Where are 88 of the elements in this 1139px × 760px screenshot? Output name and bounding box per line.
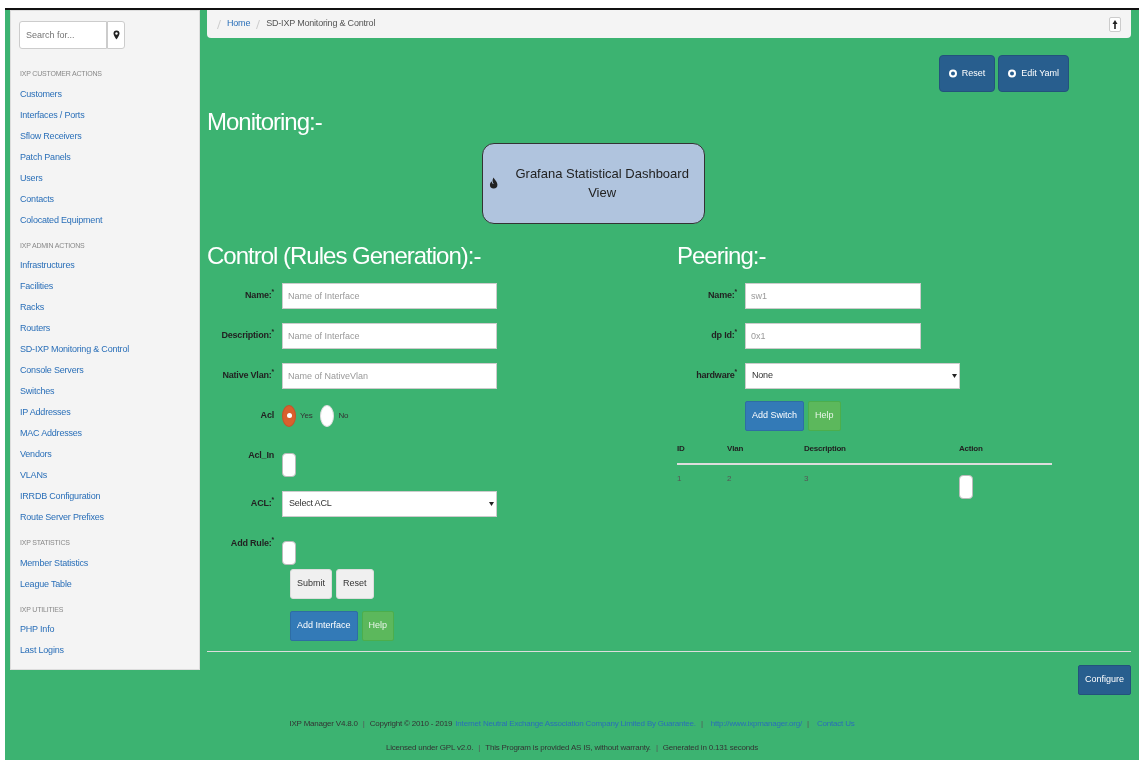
sidebar-link[interactable]: Switches: [19, 385, 191, 406]
sidebar-link[interactable]: VLANs: [19, 469, 191, 490]
footer-text: Copyright © 2010 - 2019: [369, 719, 453, 728]
checkbox[interactable]: [282, 540, 296, 565]
field-label: Name:$^{*}$: [244, 287, 275, 302]
dashboard-button[interactable]: Grafana Statistical Dashboard View: [482, 142, 705, 224]
reset-button[interactable]: Reset: [336, 568, 374, 599]
select-field[interactable]: None: [745, 362, 960, 389]
field-label: Acl: [259, 408, 275, 422]
sidebar-link[interactable]: Patch Panels: [19, 150, 191, 172]
sidebar-link[interactable]: Facilities: [19, 280, 191, 301]
add-button[interactable]: Add Interface: [290, 610, 358, 641]
pin-icon: [1112, 19, 1118, 29]
table-cell: 3: [804, 463, 959, 507]
sidebar-link[interactable]: Route Server Prefixes: [19, 511, 191, 532]
footer-text: This Program is provided AS IS, without warranty.: [485, 743, 651, 752]
circle-icon: [948, 69, 957, 78]
add-button[interactable]: Add Switch: [745, 400, 805, 431]
checkbox[interactable]: [959, 474, 973, 499]
input-field[interactable]: Name of NativeVlan: [282, 362, 497, 389]
sidebar-link[interactable]: Racks: [19, 301, 191, 322]
field-label: Add Rule:$^{*}$: [229, 535, 275, 550]
section-title: Monitoring:-: [207, 108, 323, 137]
sidebar-link[interactable]: Users: [19, 171, 191, 193]
breadcrumb-separator-icon: [256, 19, 261, 29]
field-label: Native Vlan:$^{*}$: [221, 367, 275, 382]
caret-icon: [489, 501, 494, 506]
field-label: ACL:$^{*}$: [249, 495, 275, 510]
footer-text: Generated in 0.131 seconds: [662, 743, 759, 752]
field-label: Acl_In: [247, 448, 275, 462]
search-field[interactable]: Search for...: [19, 21, 107, 49]
sidebar-link[interactable]: Infrastructures: [19, 259, 191, 280]
sidebar-link[interactable]: Routers: [19, 322, 191, 343]
sidebar-link[interactable]: Last Logins: [19, 644, 191, 665]
footer-text: Licensed under GPL v2.0.: [385, 743, 474, 752]
field-label: Description:$^{*}$: [220, 327, 275, 342]
sidebar-link[interactable]: PHP Info: [19, 623, 191, 644]
sidebar-link[interactable]: Colocated Equipment: [19, 213, 191, 235]
sidebar-link[interactable]: Vendors: [19, 448, 191, 469]
footer-text: IXP Manager V4.8.0: [289, 719, 358, 728]
circle-icon: [1008, 69, 1017, 78]
radio-label: Yes: [300, 409, 313, 422]
breadcrumb-separator-icon: [217, 19, 221, 29]
separator: |: [478, 743, 481, 752]
select-field[interactable]: Select ACL: [282, 490, 497, 517]
search-button[interactable]: [107, 21, 125, 49]
sidebar-link[interactable]: SD-IXP Monitoring & Control: [19, 343, 191, 364]
input-field[interactable]: sw1: [745, 282, 921, 309]
sidebar-link[interactable]: IP Addresses: [19, 406, 191, 427]
input-field[interactable]: 0x1: [745, 322, 921, 349]
breadcrumb-link[interactable]: Home: [227, 17, 251, 31]
flame-icon: [489, 177, 499, 190]
section-title: Control (Rules Generation):-: [207, 241, 482, 271]
pin-button[interactable]: [1109, 16, 1121, 32]
field-label: dp Id:$^{*}$: [710, 327, 738, 342]
sidebar-link[interactable]: Sflow Receivers: [19, 129, 191, 151]
sidebar-link[interactable]: Console Servers: [19, 364, 191, 385]
reset-button[interactable]: Reset: [938, 55, 996, 92]
radio-button[interactable]: [282, 404, 296, 427]
field-label: Name:$^{*}$: [707, 287, 738, 302]
column-header: Vlan: [727, 436, 804, 464]
submit-button[interactable]: Submit: [290, 568, 332, 599]
field-label: hardware$^{*}$: [695, 367, 738, 382]
sidebar-link[interactable]: Customers: [19, 87, 191, 109]
separator: |: [362, 719, 365, 728]
edit-button[interactable]: Edit Yaml: [998, 55, 1069, 92]
caret-icon: [952, 373, 957, 378]
sidebar-link[interactable]: MAC Addresses: [19, 427, 191, 448]
configure-button[interactable]: Configure: [1077, 664, 1131, 695]
input-field[interactable]: Name of Interface: [282, 282, 497, 309]
section-title: Peering:-: [677, 241, 767, 271]
column-header: ID: [677, 436, 727, 464]
column-header: Action: [959, 436, 1052, 464]
table-cell: 1: [677, 463, 727, 507]
checkbox[interactable]: [282, 452, 296, 477]
radio-label: No: [338, 409, 349, 422]
sidebar-link[interactable]: League Table: [19, 577, 191, 599]
separator: |: [655, 743, 658, 752]
column-header: Description: [804, 436, 959, 464]
sidebar-link[interactable]: Member Statistics: [19, 556, 191, 578]
sidebar-link[interactable]: Contacts: [19, 192, 191, 214]
sidebar-link[interactable]: Interfaces / Ports: [19, 108, 191, 130]
sidebar-link[interactable]: IRRDB Configuration: [19, 490, 191, 511]
table-cell: 2: [727, 463, 804, 507]
breadcrumb-current: SD-IXP Monitoring & Control: [266, 17, 376, 31]
separator: |: [700, 719, 703, 728]
separator: |: [807, 719, 809, 728]
input-field[interactable]: Name of Interface: [282, 322, 497, 349]
